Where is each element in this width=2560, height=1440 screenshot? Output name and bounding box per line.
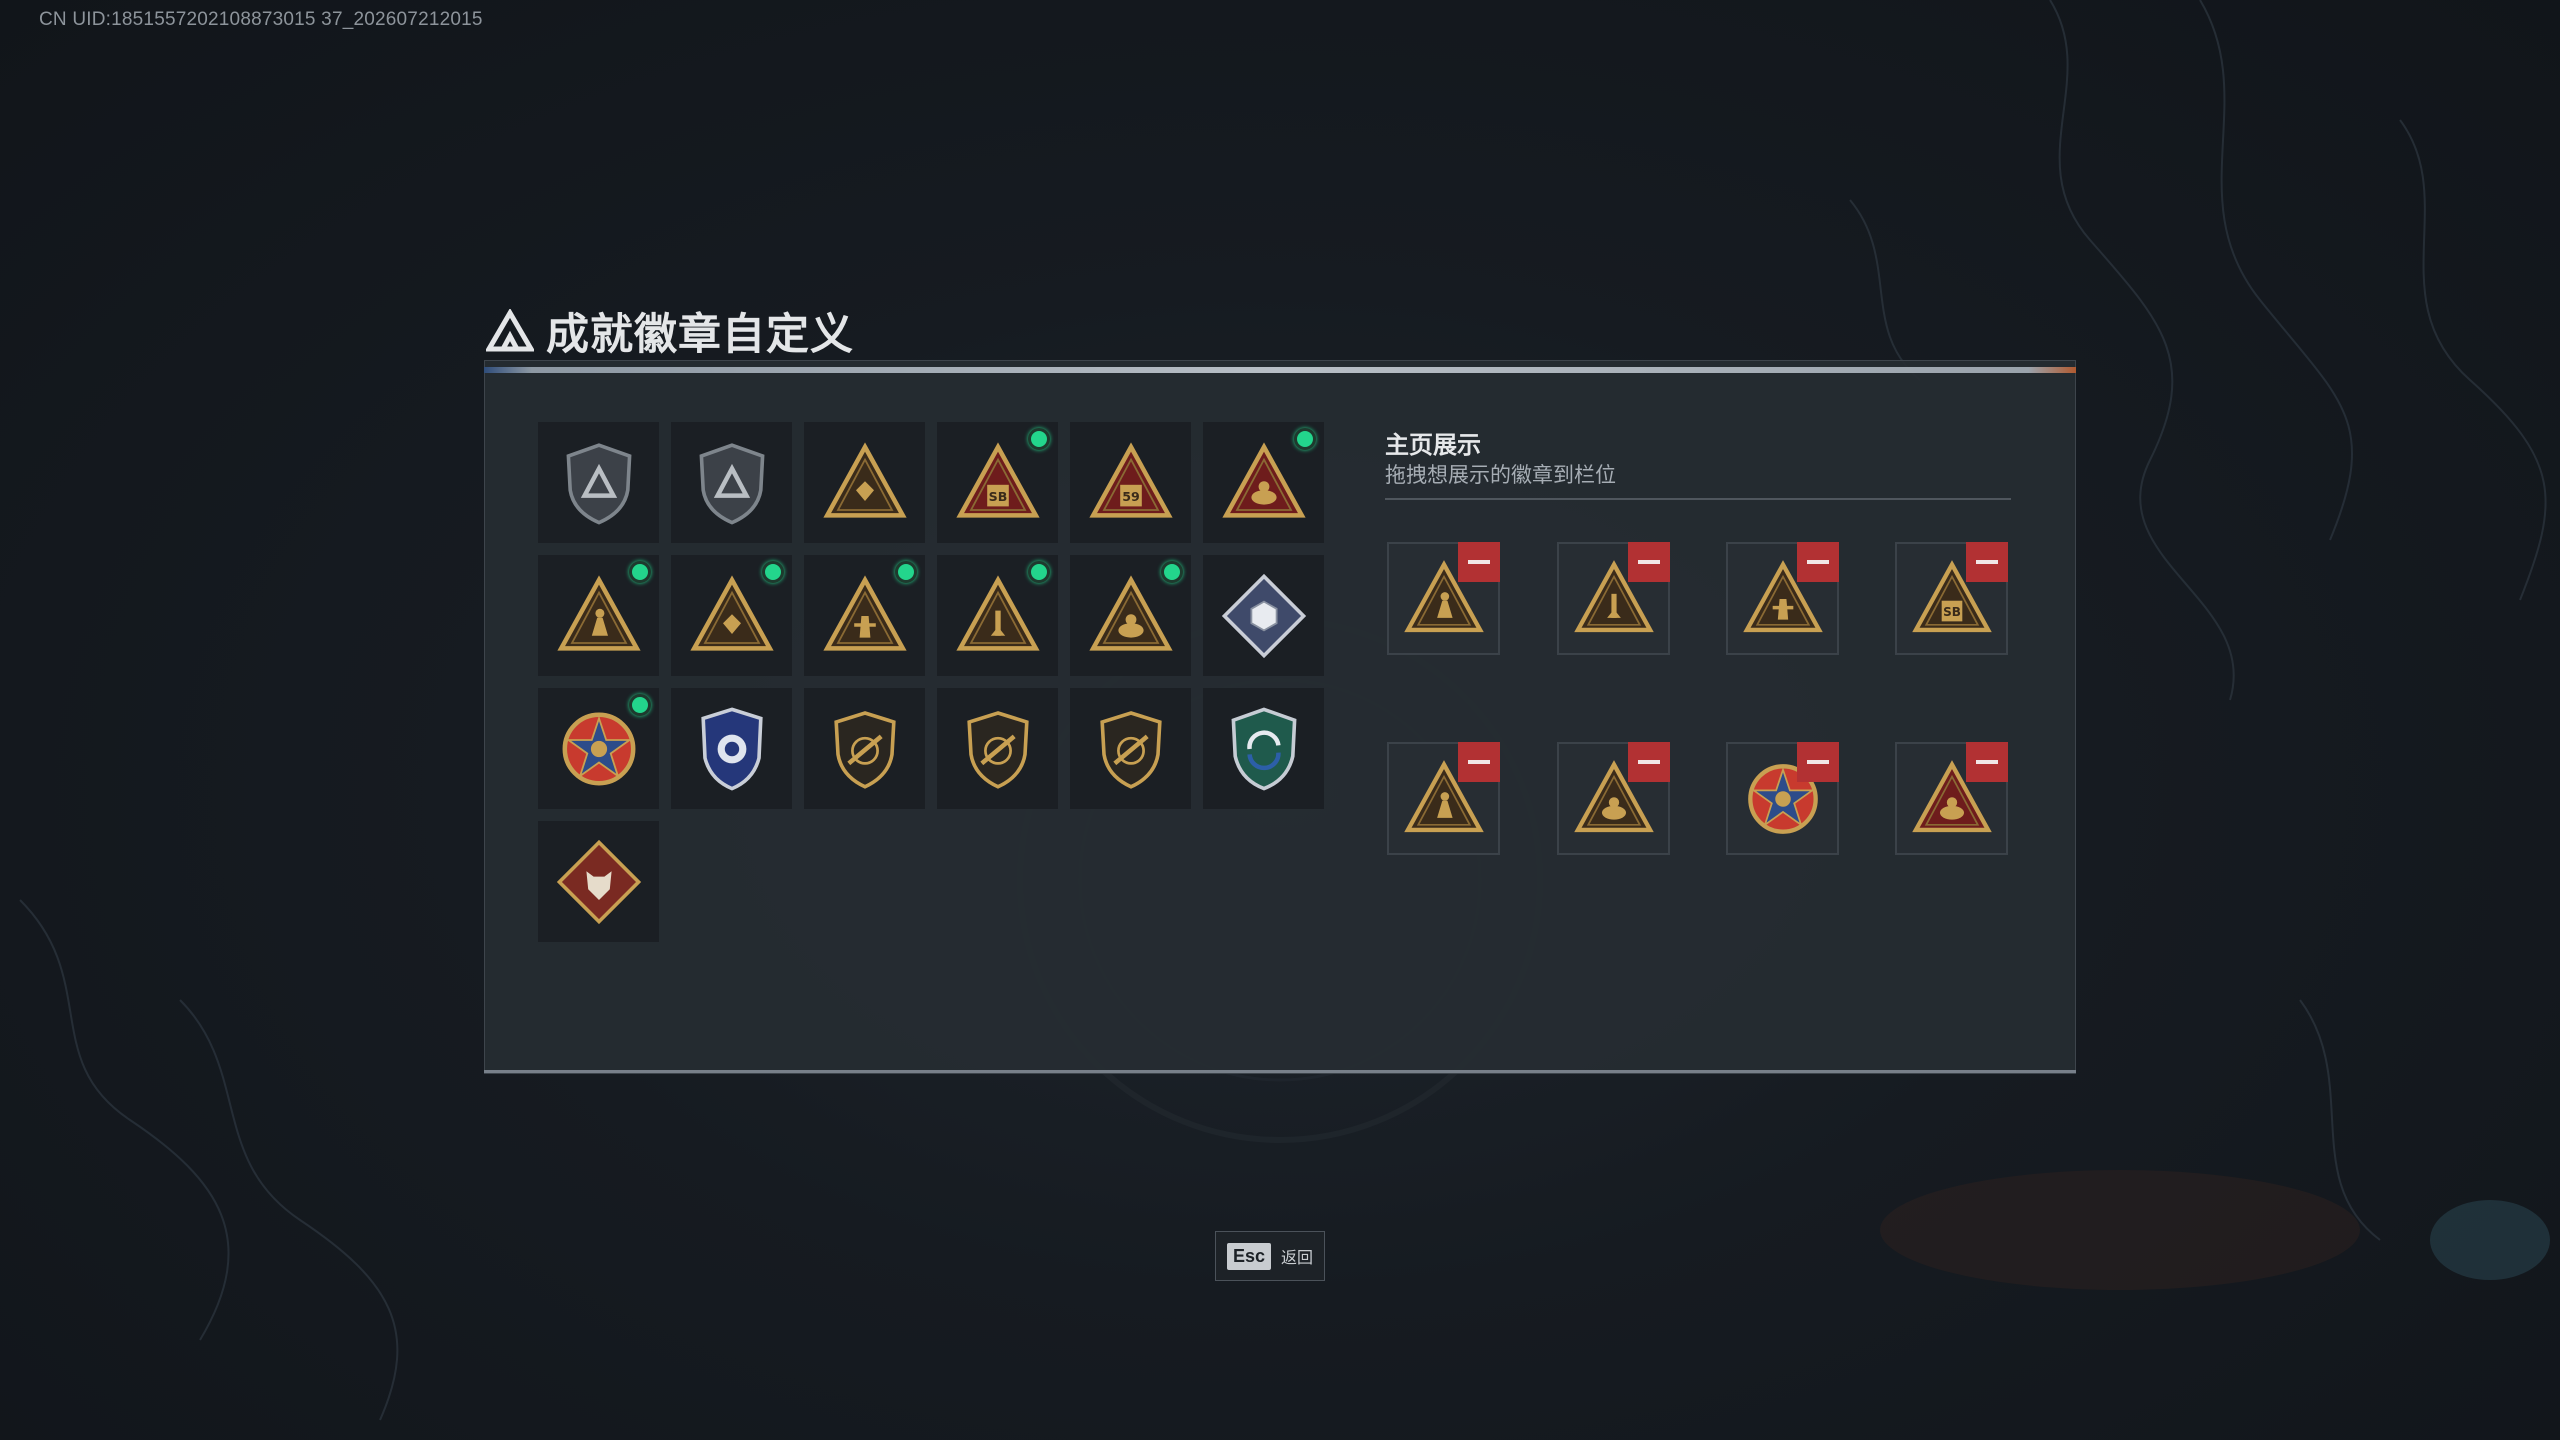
equipped-indicator xyxy=(1161,561,1183,583)
badge-item[interactable]: 59 xyxy=(1070,422,1191,543)
svg-text:59: 59 xyxy=(1122,489,1140,504)
equipped-indicator xyxy=(1028,428,1050,450)
triangle-logo-icon xyxy=(486,309,534,352)
minus-icon xyxy=(1807,560,1829,564)
rocket-triangle-icon xyxy=(1088,574,1173,651)
display-divider xyxy=(1385,498,2011,500)
minus-icon xyxy=(1976,560,1998,564)
remove-badge-button[interactable] xyxy=(1628,542,1670,582)
badge-item[interactable] xyxy=(538,422,659,543)
equipped-indicator xyxy=(1028,561,1050,583)
hand-bowl-triangle-icon xyxy=(556,574,641,651)
sb-card-triangle-icon: SB xyxy=(955,441,1040,518)
minus-icon xyxy=(1638,560,1660,564)
badge-item[interactable] xyxy=(804,688,925,809)
display-section-hint: 拖拽想展示的徽章到栏位 xyxy=(1385,464,1616,487)
triangle-logo-shield-icon xyxy=(566,442,631,525)
remove-badge-button[interactable] xyxy=(1966,742,2008,782)
display-slot[interactable] xyxy=(1557,742,1670,855)
display-slot[interactable] xyxy=(1895,742,2008,855)
panel-bottom-line xyxy=(484,1070,2076,1073)
equipped-indicator xyxy=(629,561,651,583)
page-title: 成就徽章自定义 xyxy=(546,311,854,359)
winged-emblem-triangle-icon: 59 xyxy=(1088,441,1173,518)
minus-icon xyxy=(1976,760,1998,764)
svg-text:SB: SB xyxy=(988,489,1007,504)
wolf-diamond-icon xyxy=(556,839,641,924)
svg-text:SB: SB xyxy=(1943,605,1961,619)
esc-key-hint: Esc xyxy=(1226,1242,1271,1270)
equipped-indicator xyxy=(762,561,784,583)
rifle-shield-icon xyxy=(1099,710,1162,789)
panel-top-accent xyxy=(484,367,2076,373)
badge-item[interactable] xyxy=(538,555,659,676)
back-label: 返回 xyxy=(1281,1250,1314,1267)
sniper-shield-icon xyxy=(966,710,1029,789)
remove-badge-button[interactable] xyxy=(1458,742,1500,782)
display-section-title: 主页展示 xyxy=(1385,432,1481,459)
hand-sign-triangle-icon xyxy=(1221,441,1306,518)
minus-icon xyxy=(1468,560,1490,564)
equipped-indicator xyxy=(895,561,917,583)
helicopter-shield-icon xyxy=(699,442,764,525)
badge-item[interactable] xyxy=(804,555,925,676)
card-triangle-icon xyxy=(822,441,907,518)
badge-item[interactable] xyxy=(937,555,1058,676)
badge-item[interactable] xyxy=(538,688,659,809)
badge-item[interactable] xyxy=(671,555,792,676)
page-header: 成就徽章自定义 xyxy=(486,300,854,362)
badge-item[interactable] xyxy=(671,688,792,809)
remove-badge-button[interactable] xyxy=(1966,542,2008,582)
display-slot[interactable] xyxy=(1726,742,1839,855)
remove-badge-button[interactable] xyxy=(1797,742,1839,782)
minus-icon xyxy=(1638,760,1660,764)
blue-police-badge-icon xyxy=(700,707,763,791)
minus-icon xyxy=(1807,760,1829,764)
soldier-stars-triangle-icon xyxy=(955,574,1040,651)
remove-badge-button[interactable] xyxy=(1458,542,1500,582)
badge-item[interactable] xyxy=(671,422,792,543)
minus-icon xyxy=(1468,760,1490,764)
back-button[interactable]: Esc 返回 xyxy=(1215,1231,1325,1281)
gem-shield-icon xyxy=(833,710,896,789)
kneeling-soldier-triangle-icon xyxy=(689,574,774,651)
star-eagle-emblem-icon xyxy=(562,712,635,785)
display-slot[interactable] xyxy=(1726,542,1839,655)
badge-item[interactable] xyxy=(1203,422,1324,543)
gem-hands-triangle-icon xyxy=(822,574,907,651)
equipped-indicator xyxy=(629,694,651,716)
uid-label: CN UID:1851557202108873015 37_2026072120… xyxy=(39,9,483,30)
remove-badge-button[interactable] xyxy=(1797,542,1839,582)
badge-inventory-grid: SB 59 xyxy=(538,422,1324,942)
remove-badge-button[interactable] xyxy=(1628,742,1670,782)
recycle-shield-icon xyxy=(1231,706,1296,791)
badge-item[interactable] xyxy=(1070,688,1191,809)
badge-item[interactable]: SB xyxy=(937,422,1058,543)
equipped-indicator xyxy=(1294,428,1316,450)
badge-item[interactable] xyxy=(1203,688,1324,809)
badge-item[interactable] xyxy=(937,688,1058,809)
badge-item[interactable] xyxy=(1070,555,1191,676)
display-slot[interactable] xyxy=(1387,542,1500,655)
display-slot[interactable]: SB xyxy=(1895,542,2008,655)
display-slot[interactable] xyxy=(1557,542,1670,655)
badge-item[interactable] xyxy=(538,821,659,942)
cube-diamond-icon xyxy=(1221,573,1306,658)
display-slot[interactable] xyxy=(1387,742,1500,855)
badge-item[interactable] xyxy=(1203,555,1324,676)
badge-item[interactable] xyxy=(804,422,925,543)
